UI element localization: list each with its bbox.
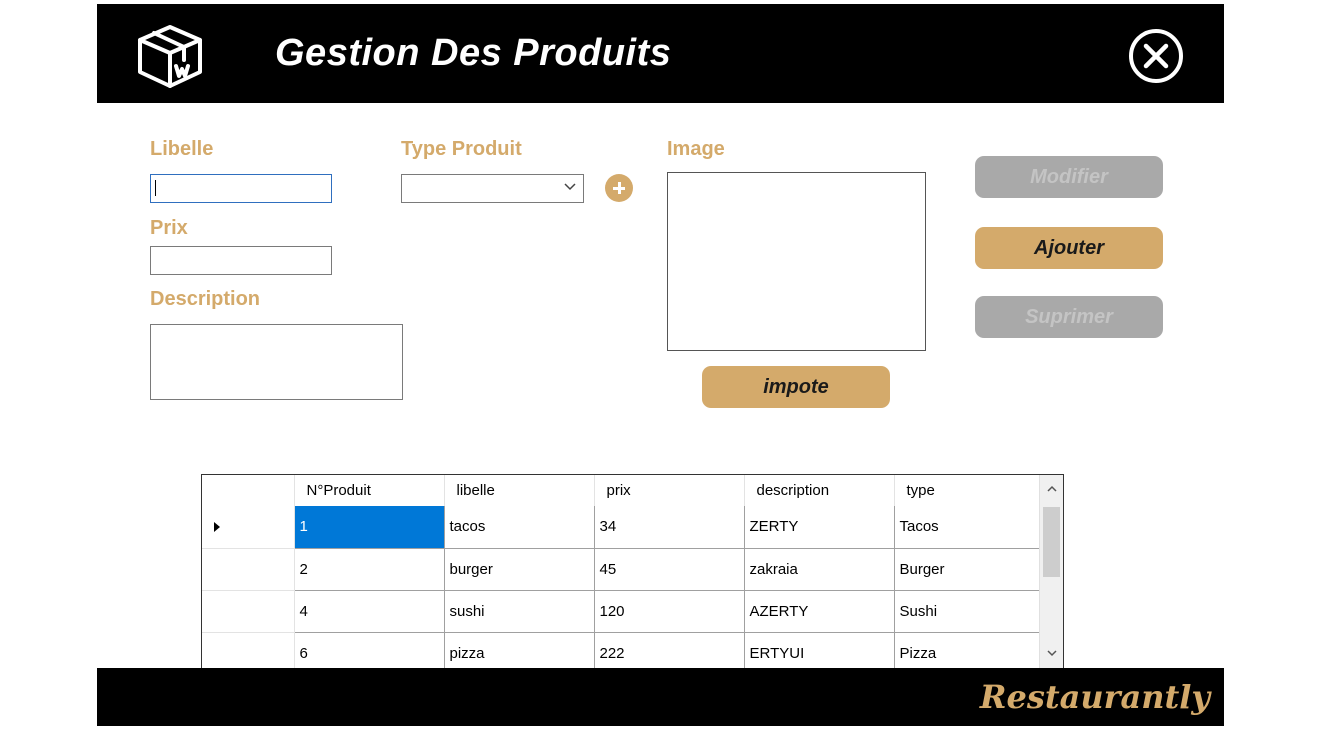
prix-label: Prix [150, 217, 188, 239]
products-table: N°Produit libelle prix description type … [202, 475, 1041, 668]
package-box-icon [138, 25, 202, 88]
scroll-down-icon[interactable] [1046, 647, 1058, 659]
brand-logo: Restaurantly [979, 678, 1210, 716]
header-bar: Gestion Des Produits [97, 4, 1224, 103]
row-header[interactable] [202, 590, 295, 633]
product-management-window: Gestion Des Produits Libelle Prix Descri… [97, 4, 1224, 726]
type-produit-label: Type Produit [401, 138, 522, 160]
column-header[interactable]: libelle [444, 475, 595, 506]
close-circle-icon[interactable] [1128, 28, 1184, 84]
table-cell[interactable]: 34 [594, 506, 745, 549]
table-cell[interactable]: 6 [294, 632, 445, 668]
scrollbar-thumb[interactable] [1043, 507, 1060, 577]
description-label: Description [150, 288, 261, 310]
column-header[interactable]: description [744, 475, 895, 506]
table-cell[interactable]: Pizza [894, 632, 1041, 668]
table-row[interactable]: 6 pizza 222 ERTYUI Pizza [202, 632, 1041, 668]
table-cell[interactable]: AZERTY [744, 590, 895, 633]
table-cell[interactable]: zakraia [744, 548, 895, 591]
row-header[interactable] [202, 548, 295, 591]
libelle-input[interactable] [150, 174, 332, 203]
table-cell[interactable]: 45 [594, 548, 745, 591]
image-label: Image [667, 138, 725, 160]
type-produit-select[interactable] [401, 174, 584, 203]
table-cell[interactable]: Tacos [894, 506, 1041, 549]
vertical-scrollbar[interactable] [1039, 475, 1063, 668]
add-type-icon[interactable] [605, 174, 633, 202]
scroll-up-icon[interactable] [1046, 483, 1058, 495]
page-title: Gestion Des Produits [275, 32, 672, 74]
import-image-button[interactable]: impote [702, 366, 890, 408]
table-cell[interactable]: burger [444, 548, 595, 591]
image-preview [667, 172, 926, 351]
supprimer-button[interactable]: Suprimer [975, 296, 1163, 338]
table-cell[interactable]: 222 [594, 632, 745, 668]
table-cell[interactable]: 1 [294, 506, 445, 549]
table-row[interactable]: 1 tacos 34 ZERTY Tacos [202, 506, 1041, 549]
table-cell[interactable]: Sushi [894, 590, 1041, 633]
table-cell[interactable]: Burger [894, 548, 1041, 591]
table-cell[interactable]: ZERTY [744, 506, 895, 549]
table-cell[interactable]: sushi [444, 590, 595, 633]
table-cell[interactable]: tacos [444, 506, 595, 549]
table-cell[interactable]: 4 [294, 590, 445, 633]
description-textarea[interactable] [150, 324, 403, 400]
row-header-corner [202, 475, 295, 506]
chevron-down-icon [564, 183, 576, 191]
modifier-button[interactable]: Modifier [975, 156, 1163, 198]
column-header[interactable]: N°Produit [294, 475, 445, 506]
row-header[interactable] [202, 632, 295, 668]
table-header-row: N°Produit libelle prix description type [202, 475, 1041, 506]
table-cell[interactable]: ERTYUI [744, 632, 895, 668]
products-data-grid[interactable]: N°Produit libelle prix description type … [201, 474, 1064, 669]
current-row-arrow-icon [214, 522, 220, 532]
prix-input[interactable] [150, 246, 332, 275]
row-header[interactable] [202, 506, 295, 549]
table-row[interactable]: 4 sushi 120 AZERTY Sushi [202, 590, 1041, 633]
libelle-label: Libelle [150, 138, 214, 160]
footer-bar: Restaurantly [97, 668, 1224, 726]
table-cell[interactable]: 120 [594, 590, 745, 633]
column-header[interactable]: prix [594, 475, 745, 506]
table-cell[interactable]: 2 [294, 548, 445, 591]
ajouter-button[interactable]: Ajouter [975, 227, 1163, 269]
table-cell[interactable]: pizza [444, 632, 595, 668]
text-caret [155, 180, 156, 196]
column-header[interactable]: type [894, 475, 1041, 506]
table-row[interactable]: 2 burger 45 zakraia Burger [202, 548, 1041, 591]
